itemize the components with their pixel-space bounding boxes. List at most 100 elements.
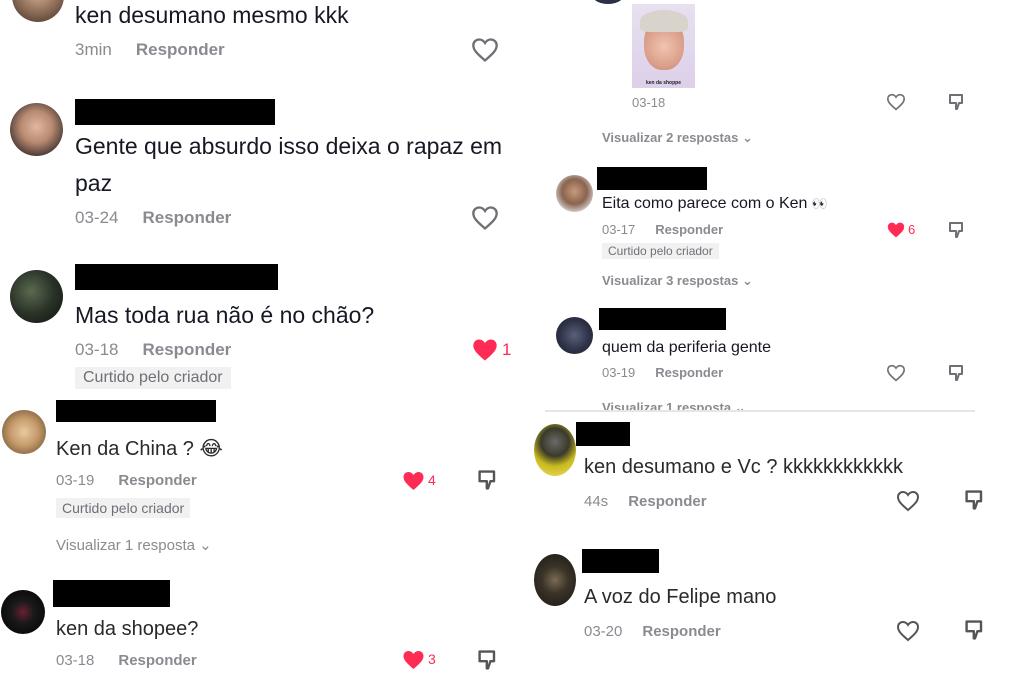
reply-button[interactable]: Responder [628, 493, 706, 510]
comment-time: 03-20 [584, 623, 623, 640]
redacted-username [576, 422, 630, 446]
reply-button[interactable]: Responder [118, 472, 196, 489]
avatar[interactable] [593, 0, 623, 4]
comments-panel-d: ken desumano e Vc ? kkkkkkkkkkkk 44s Resp… [520, 412, 1014, 692]
comment-meta: 03-20 Responder [584, 623, 721, 640]
comment-text: ken da shopee? [56, 618, 199, 640]
laughing-emoji-icon: 😂 [199, 438, 223, 460]
heart-filled-icon[interactable] [886, 221, 906, 239]
like-count: 4 [428, 472, 436, 488]
comment-time: 44s [584, 493, 609, 510]
liked-by-creator-badge: Curtido pelo criador [56, 498, 191, 518]
heart-outline-icon[interactable] [886, 93, 906, 111]
redacted-username [56, 400, 216, 422]
reply-button[interactable]: Responder [136, 40, 225, 59]
like-count: 1 [502, 340, 512, 359]
comment-text: A voz do Felipe mano [584, 586, 777, 608]
heart-outline-icon[interactable] [886, 364, 906, 382]
comment-meta: 3min Responder [75, 40, 225, 60]
dislike-icon[interactable] [963, 618, 987, 642]
heart-outline-icon[interactable] [471, 37, 499, 63]
redacted-username [599, 308, 726, 330]
redacted-username [582, 549, 659, 573]
comment-text-line1: Gente que absurdo isso deixa o rapaz em [75, 133, 503, 159]
comment-item: A voz do Felipe mano 03-20 Responder [520, 542, 1014, 692]
comment-meta: 03-19 Responder [602, 365, 723, 380]
comment-time: 03-18 [56, 652, 95, 669]
comment-item: quem da periferia gente 03-19 Responder V… [545, 305, 975, 412]
reply-button[interactable]: Responder [655, 365, 723, 380]
redacted-username [75, 264, 278, 290]
comment-time: 03-17 [602, 222, 636, 237]
heart-outline-icon[interactable] [471, 205, 499, 231]
heart-filled-icon[interactable] [401, 649, 426, 671]
thumbnail-caption: ken da shoppe [645, 80, 681, 86]
heart-filled-icon[interactable] [471, 337, 499, 363]
comment-text: ken desumano mesmo kkk [75, 2, 349, 28]
comment-text: ken desumano e Vc ? kkkkkkkkkkkk [584, 456, 904, 478]
comment-meta: 44s Responder [584, 493, 707, 510]
comments-panel-c: Ken da China ? 😂 03-19 Responder 4 Curtid… [0, 400, 520, 692]
avatar[interactable] [534, 554, 576, 606]
comment-meta: 03-18 Responder [75, 340, 231, 360]
like-count: 3 [428, 651, 436, 667]
liked-by-creator-badge: Curtido pelo criador [75, 367, 231, 389]
dislike-icon[interactable] [476, 468, 500, 492]
reply-button[interactable]: Responder [655, 222, 723, 237]
thumbnail-hair [640, 10, 688, 32]
heart-filled-icon[interactable] [401, 470, 426, 492]
comment-text: Eita como parece com o Ken 👀 [602, 195, 829, 212]
liked-by-creator-badge: Curtido pelo criador [602, 243, 719, 259]
comment-time: 03-18 [632, 95, 666, 110]
comments-panel-a: ken desumano mesmo kkk 3min Responder Gen… [0, 0, 545, 400]
redacted-username [597, 167, 707, 190]
comment-text: Mas toda rua não é no chão? [75, 302, 375, 328]
comment-text-line2: paz [75, 170, 113, 196]
avatar[interactable] [12, 0, 64, 22]
avatar[interactable] [2, 410, 46, 454]
comment-meta: 03-17 Responder [602, 222, 723, 237]
comment-time: 03-19 [56, 472, 95, 489]
comment-meta: 03-18 Responder [56, 652, 197, 669]
avatar[interactable] [1, 590, 45, 634]
heart-outline-icon[interactable] [896, 490, 920, 512]
comment-item: Mas toda rua não é no chão? 03-18 Respond… [0, 260, 545, 400]
comment-meta: 03-24 Responder [75, 208, 231, 228]
comment-text: Ken da China ? 😂 [56, 438, 223, 460]
comment-time: 3min [75, 40, 112, 59]
dislike-icon[interactable] [476, 648, 500, 672]
dislike-icon[interactable] [947, 92, 967, 112]
comment-item: Eita como parece com o Ken 👀 03-17 Respon… [545, 165, 975, 288]
reply-button[interactable]: Responder [642, 623, 720, 640]
view-replies-button[interactable]: Visualizar 3 respostas ⌄ [602, 273, 753, 289]
avatar[interactable] [556, 317, 593, 354]
comment-text: quem da periferia gente [602, 339, 771, 356]
avatar[interactable] [10, 270, 63, 323]
comment-item: Ken da China ? 😂 03-19 Responder 4 Curtid… [0, 400, 520, 570]
comment-item: ken desumano e Vc ? kkkkkkkkkkkk 44s Resp… [520, 412, 1014, 532]
avatar[interactable] [10, 103, 63, 156]
avatar[interactable] [556, 175, 593, 212]
comment-meta: 03-19 Responder [56, 472, 197, 489]
dislike-icon[interactable] [947, 363, 967, 383]
reply-button[interactable]: Responder [142, 340, 231, 359]
comment-time: 03-19 [602, 365, 636, 380]
comment-time: 03-24 [75, 208, 119, 227]
comment-item: Gente que absurdo isso deixa o rapaz em … [0, 95, 545, 245]
comment-time: 03-18 [75, 340, 119, 359]
view-replies-button[interactable]: Visualizar 2 respostas ⌄ [602, 130, 753, 146]
redacted-username [75, 99, 275, 125]
comment-item: ken da shopee? 03-18 Responder 3 [0, 578, 520, 692]
view-replies-button[interactable]: Visualizar 1 resposta ⌄ [56, 536, 212, 554]
eyes-emoji-icon: 👀 [811, 196, 829, 211]
dislike-icon[interactable] [947, 220, 967, 240]
avatar[interactable] [534, 424, 576, 476]
reply-button[interactable]: Responder [142, 208, 231, 227]
dislike-icon[interactable] [963, 488, 987, 512]
comments-panel-b: ken da shoppe 03-18 Visualizar 2 respost… [545, 0, 975, 412]
reply-button[interactable]: Responder [118, 652, 196, 669]
video-thumbnail[interactable]: ken da shoppe [632, 4, 695, 88]
redacted-username [53, 580, 170, 607]
heart-outline-icon[interactable] [896, 620, 920, 642]
comment-item: ken desumano mesmo kkk 3min Responder [0, 0, 545, 80]
